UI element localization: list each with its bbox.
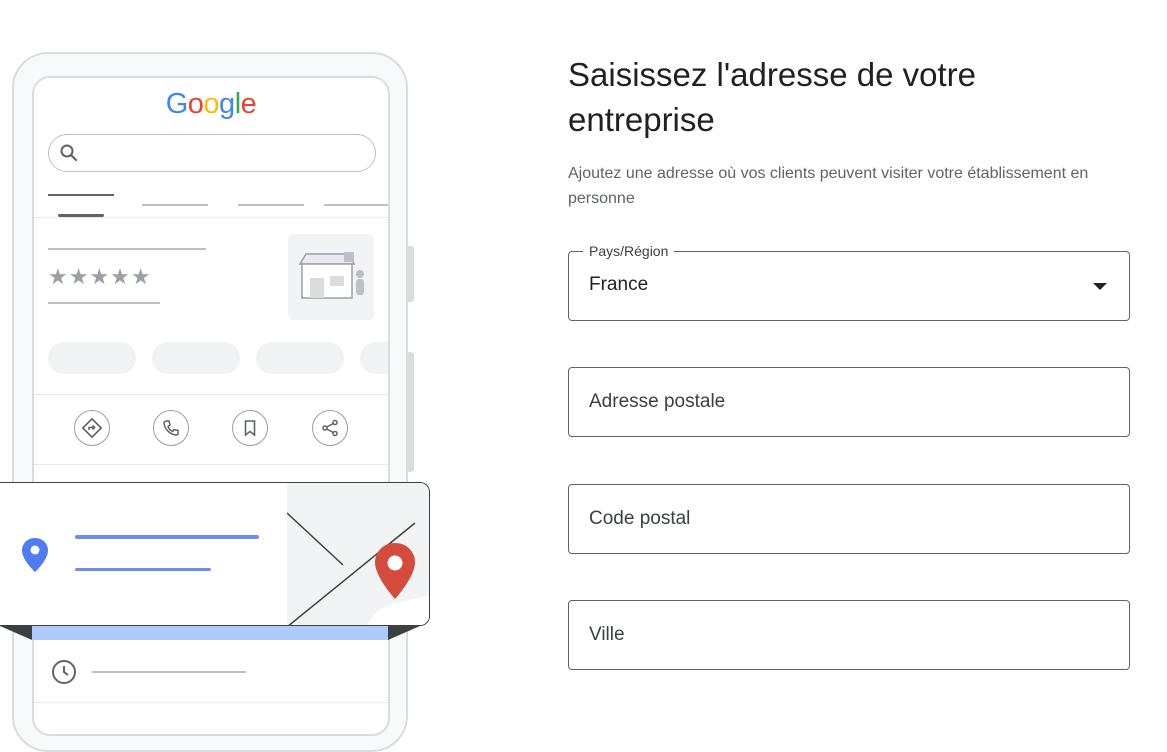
country-select[interactable]: Pays/Région France bbox=[568, 244, 1130, 321]
text-placeholder-line bbox=[92, 671, 246, 673]
address-line bbox=[75, 535, 259, 539]
bookmark-icon bbox=[244, 420, 256, 437]
logo-letter: o bbox=[187, 88, 204, 120]
chip-placeholder bbox=[152, 342, 240, 374]
directions-action bbox=[74, 410, 110, 446]
search-icon bbox=[60, 144, 78, 162]
text-placeholder-line bbox=[48, 248, 206, 250]
card-fold-left bbox=[0, 626, 32, 640]
directions-icon bbox=[82, 418, 102, 438]
address-line bbox=[75, 568, 211, 571]
logo-letter: G bbox=[165, 88, 189, 120]
call-action bbox=[153, 410, 189, 446]
text-placeholder-line bbox=[48, 302, 160, 304]
highlight-bar bbox=[32, 626, 388, 640]
location-card bbox=[0, 482, 430, 626]
logo-letter: g bbox=[219, 88, 235, 120]
card-fold-right bbox=[388, 626, 420, 640]
tab-line bbox=[48, 194, 114, 196]
page-title: Saisissez l'adresse de votre entreprise bbox=[568, 56, 976, 138]
tab-line bbox=[238, 204, 304, 206]
postal-code-field[interactable] bbox=[568, 484, 1130, 554]
street-address-field[interactable] bbox=[568, 367, 1130, 437]
rating-stars: ★★★★★ bbox=[48, 264, 152, 289]
logo-letter: e bbox=[240, 88, 257, 120]
postal-code-input[interactable] bbox=[589, 485, 1089, 553]
page-subtitle: Ajoutez une adresse où vos clients peuve… bbox=[568, 165, 1089, 207]
country-value: France bbox=[589, 274, 649, 295]
save-action bbox=[232, 410, 268, 446]
map-pin-icon bbox=[375, 543, 415, 599]
tab-line bbox=[142, 204, 208, 206]
logo-letter: o bbox=[203, 88, 220, 120]
phone-side-button bbox=[408, 352, 414, 472]
country-label: Pays/Région bbox=[583, 244, 675, 259]
city-input[interactable] bbox=[589, 601, 1089, 669]
location-pin-icon bbox=[22, 538, 48, 572]
share-action bbox=[312, 410, 348, 446]
store-icon bbox=[298, 252, 364, 299]
tab-line bbox=[324, 204, 388, 206]
phone-side-button bbox=[408, 246, 414, 302]
divider bbox=[34, 394, 388, 395]
divider bbox=[34, 702, 388, 703]
google-logo: Google bbox=[34, 88, 388, 121]
clock-icon bbox=[52, 660, 76, 684]
chip-placeholder bbox=[48, 342, 136, 374]
chip-placeholder bbox=[360, 342, 388, 374]
map-thumbnail bbox=[286, 483, 429, 625]
dropdown-arrow-icon[interactable] bbox=[1093, 283, 1107, 290]
divider bbox=[34, 217, 388, 218]
divider bbox=[34, 464, 388, 465]
store-thumbnail bbox=[288, 234, 374, 320]
chip-placeholder bbox=[256, 342, 344, 374]
city-field[interactable] bbox=[568, 600, 1130, 670]
search-bar-illustration bbox=[48, 134, 376, 172]
phone-icon bbox=[163, 420, 179, 436]
share-icon bbox=[322, 419, 338, 437]
street-address-input[interactable] bbox=[589, 368, 1089, 436]
